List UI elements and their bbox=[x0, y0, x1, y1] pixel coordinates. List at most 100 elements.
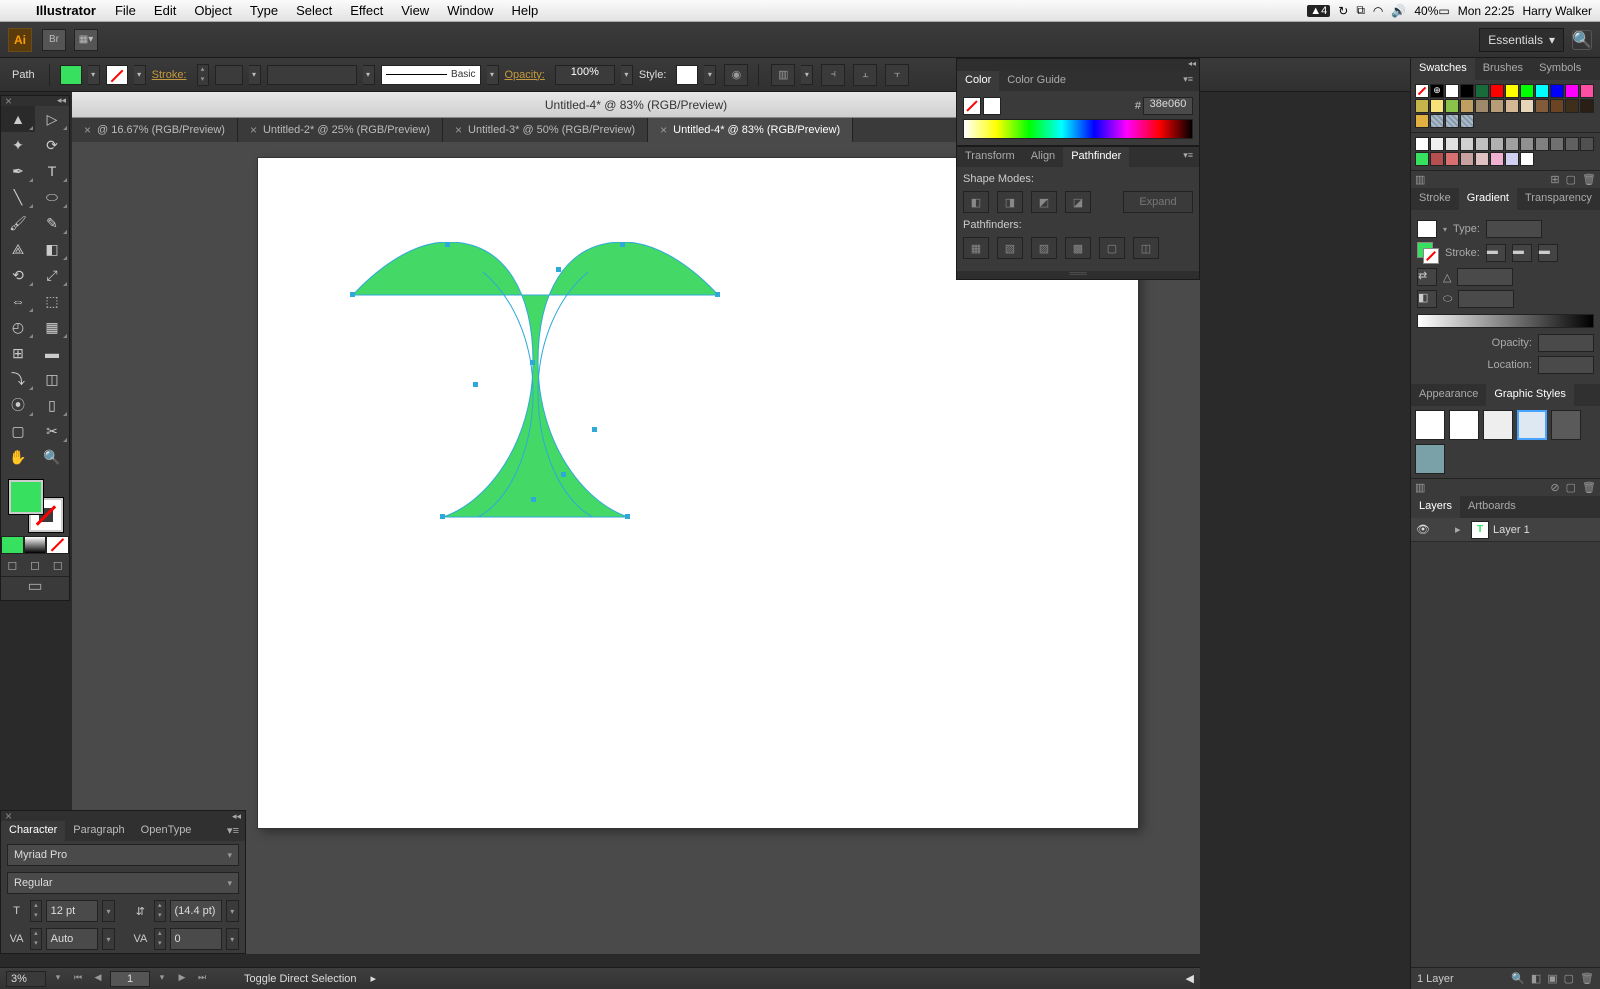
status-menu-icon[interactable]: ▸ bbox=[371, 972, 377, 985]
bridge-button[interactable]: Br bbox=[42, 29, 66, 51]
expand-button[interactable]: Expand bbox=[1123, 191, 1193, 213]
shape-builder-tool[interactable]: ◴ bbox=[1, 314, 35, 340]
rectangle-tool[interactable]: ⬭ bbox=[35, 184, 69, 210]
stroke-align-1-icon[interactable]: ▬ bbox=[1486, 244, 1506, 262]
workspace-switcher[interactable]: Essentials▾ bbox=[1479, 28, 1564, 52]
stroke-panel-link[interactable]: Stroke: bbox=[152, 69, 187, 81]
document-tab[interactable]: ×Untitled-2* @ 25% (RGB/Preview) bbox=[238, 118, 443, 142]
tab-opentype[interactable]: OpenType bbox=[133, 821, 200, 841]
swatch[interactable] bbox=[1520, 152, 1534, 166]
slice-tool[interactable]: ✂ bbox=[35, 418, 69, 444]
visibility-toggle-icon[interactable]: 👁 bbox=[1415, 523, 1431, 536]
swatch[interactable] bbox=[1430, 99, 1444, 113]
align-right-icon[interactable]: ⫟ bbox=[885, 64, 909, 86]
close-tab-icon[interactable]: × bbox=[455, 123, 462, 137]
panel-menu-icon[interactable]: ▾≡ bbox=[1177, 147, 1199, 167]
font-size-stepper[interactable]: ▴▾ bbox=[30, 900, 42, 922]
pen-tool[interactable]: ✒ bbox=[1, 158, 35, 184]
swatch[interactable] bbox=[1445, 114, 1459, 128]
swatch[interactable] bbox=[1415, 114, 1429, 128]
trim-button[interactable]: ▧ bbox=[997, 237, 1023, 259]
rotate-tool[interactable]: ⟲ bbox=[1, 262, 35, 288]
symbol-sprayer-tool[interactable]: ⦿ bbox=[1, 392, 35, 418]
new-style-icon[interactable]: ▢ bbox=[1566, 481, 1576, 494]
color-spectrum[interactable] bbox=[963, 119, 1193, 139]
tab-paragraph[interactable]: Paragraph bbox=[65, 821, 132, 841]
stroke-weight-stepper[interactable]: ▴▾ bbox=[197, 64, 209, 86]
gradient-fill-stroke[interactable] bbox=[1417, 242, 1439, 264]
font-family-select[interactable]: Myriad Pro▾ bbox=[7, 844, 239, 866]
menu-type[interactable]: Type bbox=[250, 3, 278, 18]
swatch[interactable] bbox=[1415, 152, 1429, 166]
fill-stroke-indicator[interactable] bbox=[1, 476, 69, 532]
artboard-dropdown-icon[interactable]: ▾ bbox=[154, 972, 170, 986]
gradient-location-input[interactable] bbox=[1538, 356, 1594, 374]
kerning-stepper[interactable]: ▴▾ bbox=[30, 928, 42, 950]
lasso-tool[interactable]: ⟳ bbox=[35, 132, 69, 158]
swatch[interactable] bbox=[1550, 84, 1564, 98]
tracking-input[interactable]: 0 bbox=[170, 928, 222, 950]
variable-width-profile[interactable] bbox=[267, 65, 357, 85]
swatch[interactable] bbox=[1445, 84, 1459, 98]
tab-pathfinder[interactable]: Pathfinder bbox=[1063, 147, 1129, 167]
stroke-align-2-icon[interactable]: ▬ bbox=[1512, 244, 1532, 262]
tab-layers[interactable]: Layers bbox=[1411, 496, 1460, 518]
column-graph-tool[interactable]: ▯ bbox=[35, 392, 69, 418]
document-tab[interactable]: ×Untitled-4* @ 83% (RGB/Preview) bbox=[648, 118, 853, 142]
brush-definition[interactable]: Basic bbox=[381, 65, 481, 85]
leading-stepper[interactable]: ▴▾ bbox=[154, 900, 166, 922]
tracking-stepper[interactable]: ▴▾ bbox=[154, 928, 166, 950]
swatch[interactable] bbox=[1580, 137, 1594, 151]
graphic-style-thumb[interactable] bbox=[1483, 410, 1513, 440]
align-to-selection-icon[interactable]: ▥ bbox=[771, 64, 795, 86]
minus-back-button[interactable]: ◫ bbox=[1133, 237, 1159, 259]
panel-header[interactable]: ◂◂ bbox=[957, 59, 1199, 71]
swatch[interactable] bbox=[1490, 152, 1504, 166]
width-tool[interactable]: ⇔ bbox=[1, 288, 35, 314]
crop-button[interactable]: ▩ bbox=[1065, 237, 1091, 259]
fill-dropdown[interactable]: ▾ bbox=[88, 65, 100, 85]
hex-input[interactable]: 38e060 bbox=[1143, 97, 1193, 115]
font-style-select[interactable]: Regular▾ bbox=[7, 872, 239, 894]
aspect-icon[interactable]: ◧ bbox=[1417, 290, 1437, 308]
draw-behind-icon[interactable]: ◻ bbox=[24, 556, 47, 574]
tab-graphic-styles[interactable]: Graphic Styles bbox=[1486, 384, 1574, 406]
screen-mode-button[interactable]: ▭ bbox=[1, 576, 69, 594]
hand-tool[interactable]: ✋ bbox=[1, 444, 35, 470]
close-tab-icon[interactable]: × bbox=[250, 123, 257, 137]
scale-tool[interactable]: ⤢ bbox=[35, 262, 69, 288]
new-layer-icon[interactable]: ▢ bbox=[1564, 972, 1574, 985]
none-mode-button[interactable] bbox=[46, 536, 69, 554]
delete-layer-icon[interactable]: 🗑 bbox=[1580, 972, 1594, 985]
zoom-tool[interactable]: 🔍 bbox=[35, 444, 69, 470]
swatch[interactable] bbox=[1415, 137, 1429, 151]
gradient-opacity-input[interactable] bbox=[1538, 334, 1594, 352]
menu-file[interactable]: File bbox=[115, 3, 136, 18]
tab-artboards[interactable]: Artboards bbox=[1460, 496, 1524, 518]
wifi-icon[interactable]: ◠ bbox=[1373, 4, 1383, 18]
swatch[interactable] bbox=[1505, 137, 1519, 151]
swatch[interactable] bbox=[1565, 84, 1579, 98]
swatch[interactable] bbox=[1460, 99, 1474, 113]
zoom-dropdown-icon[interactable]: ▾ bbox=[50, 972, 66, 986]
fill-color-swatch[interactable] bbox=[60, 65, 82, 85]
swatch[interactable]: ⊕ bbox=[1430, 84, 1444, 98]
menu-help[interactable]: Help bbox=[511, 3, 538, 18]
tab-appearance[interactable]: Appearance bbox=[1411, 384, 1486, 406]
gradient-mode-button[interactable] bbox=[24, 536, 47, 554]
vector-shape[interactable] bbox=[348, 242, 728, 532]
draw-normal-icon[interactable]: ◻ bbox=[1, 556, 24, 574]
kerning-input[interactable]: Auto bbox=[46, 928, 98, 950]
panel-menu-icon[interactable]: ▾≡ bbox=[221, 821, 245, 841]
panel-menu-icon[interactable]: ▾≡ bbox=[1177, 71, 1199, 91]
graphic-styles-library-icon[interactable]: ▥ bbox=[1415, 481, 1425, 494]
swatch[interactable] bbox=[1535, 137, 1549, 151]
type-tool[interactable]: T bbox=[35, 158, 69, 184]
scroll-left-icon[interactable]: ◀ bbox=[1186, 972, 1194, 985]
artboard-number-input[interactable]: 1 bbox=[110, 971, 150, 987]
pencil-tool[interactable]: ✎ bbox=[35, 210, 69, 236]
tools-panel-handle[interactable]: ◂◂ bbox=[1, 96, 69, 106]
graphic-style-thumb[interactable] bbox=[1415, 410, 1445, 440]
expand-layer-icon[interactable]: ▸ bbox=[1455, 523, 1467, 536]
swatch[interactable] bbox=[1565, 99, 1579, 113]
